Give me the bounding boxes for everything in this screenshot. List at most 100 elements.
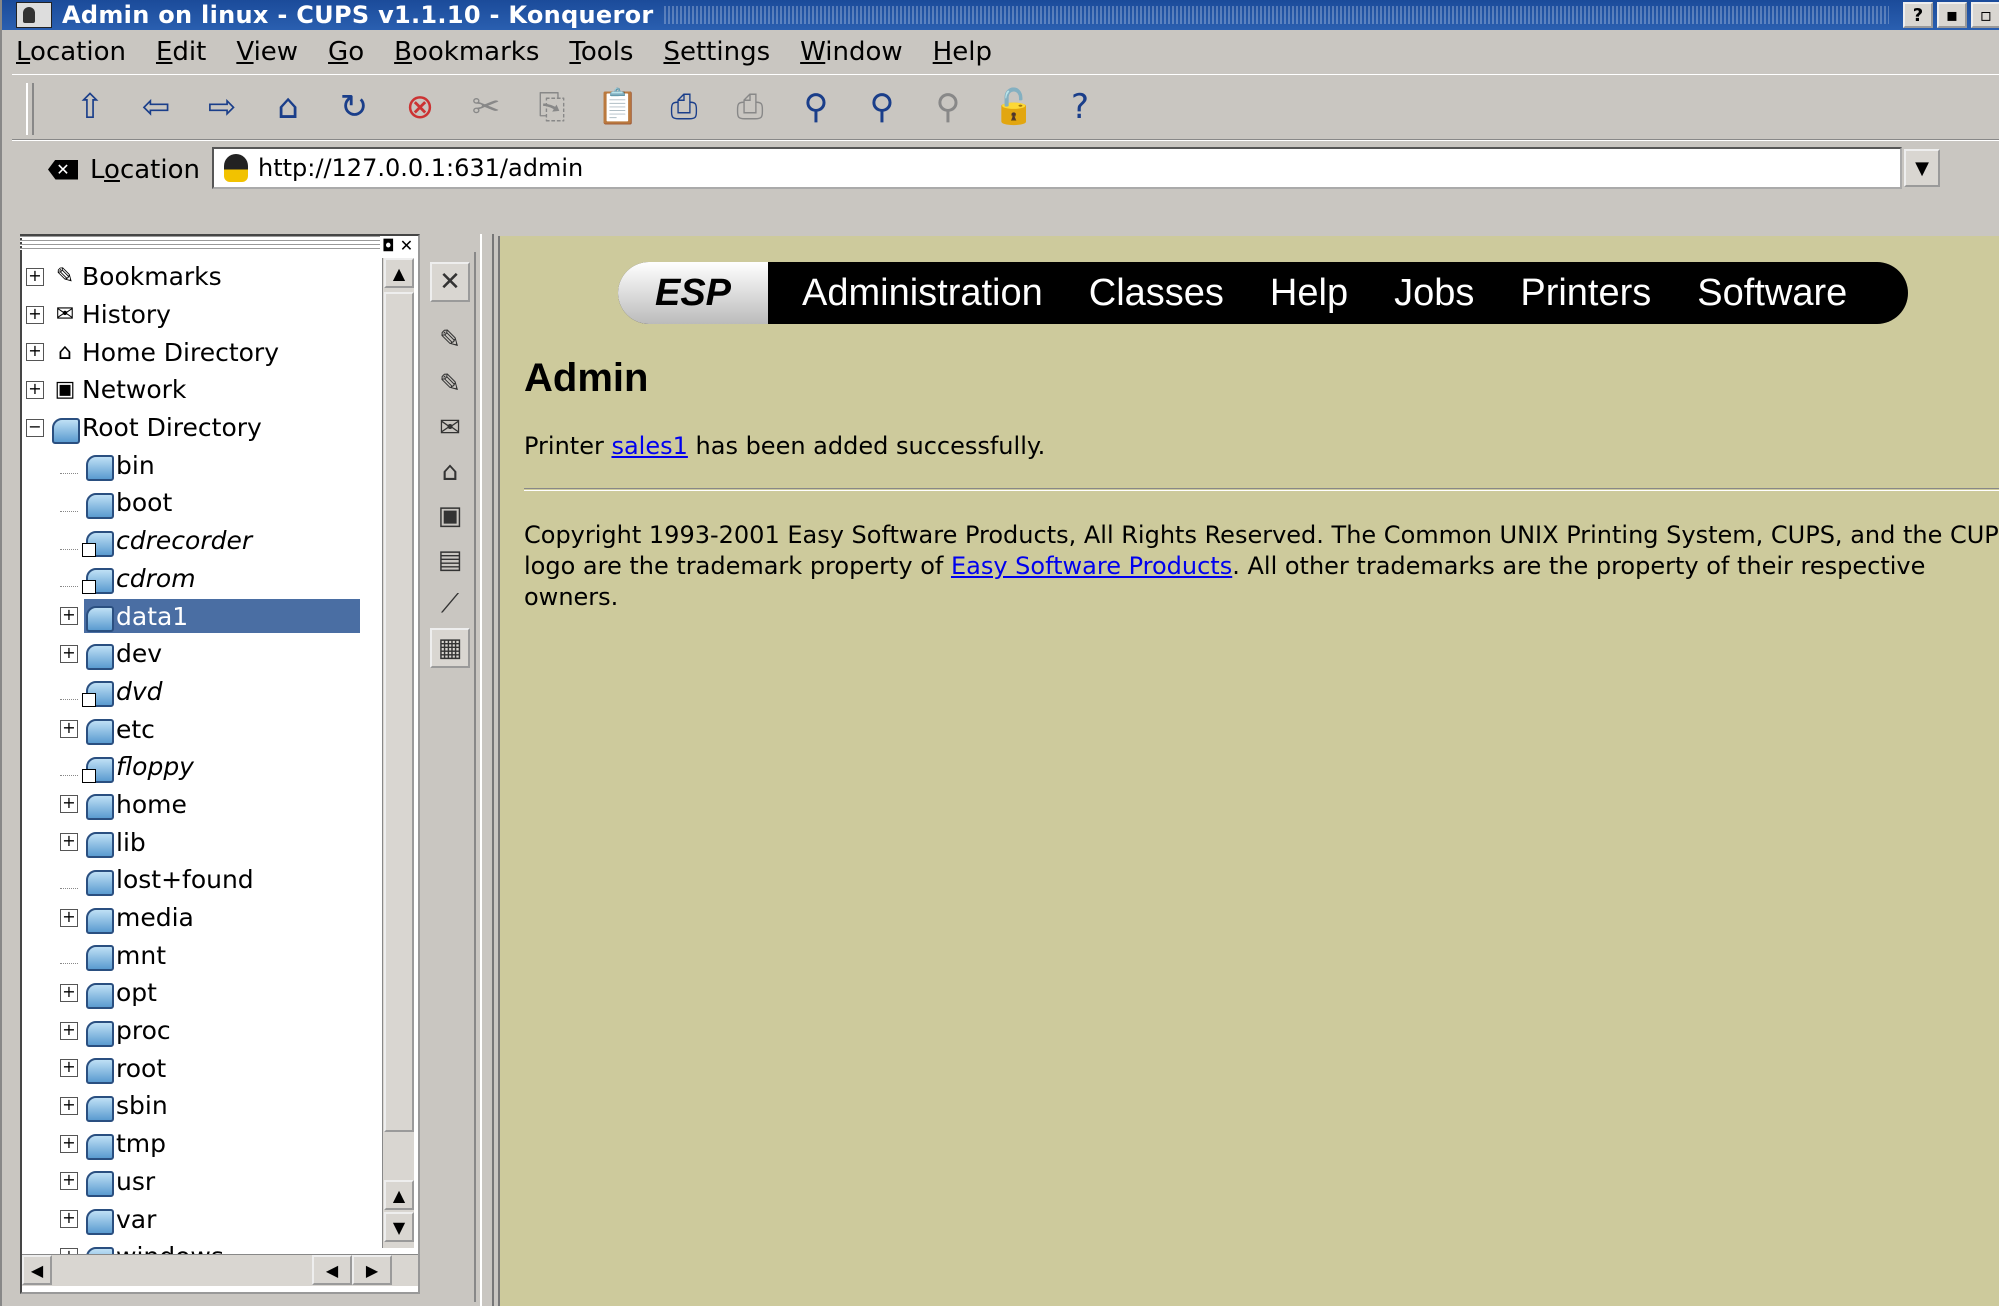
toolbar-grip[interactable]	[26, 83, 34, 135]
menu-settings[interactable]: Settings	[659, 37, 774, 67]
url-dropdown-button[interactable]: ▼	[1904, 149, 1940, 187]
menu-edit[interactable]: Edit	[152, 37, 210, 67]
tree-item-history[interactable]: + ✉ History	[22, 296, 384, 334]
scroll-up-button-lower[interactable]: ▲	[384, 1180, 414, 1210]
expand-icon[interactable]: +	[60, 908, 78, 927]
strip-history-icon[interactable]: ✉	[430, 408, 470, 448]
expand-icon[interactable]: +	[60, 1021, 78, 1040]
tree-horizontal-scrollbar[interactable]: ◀ ◀ ▶	[22, 1254, 418, 1286]
help-button[interactable]: ?	[1903, 2, 1933, 28]
tree-item-mnt[interactable]: mnt	[22, 936, 384, 974]
url-input[interactable]: http://127.0.0.1:631/admin	[212, 147, 1902, 189]
zoom-icon[interactable]: ⚲	[788, 79, 844, 135]
expand-icon[interactable]: +	[60, 1134, 78, 1153]
tree-item-proc[interactable]: + proc	[22, 1012, 384, 1050]
collapse-icon[interactable]: −	[26, 418, 44, 437]
panel-splitter[interactable]	[480, 234, 494, 1306]
strip-tools-icon[interactable]: ⟋	[430, 584, 470, 624]
cut-icon[interactable]: ✂	[458, 79, 514, 135]
minimize-button[interactable]: ▪	[1937, 2, 1967, 28]
print-icon[interactable]: ⎙	[656, 79, 712, 135]
menu-tools[interactable]: Tools	[565, 37, 637, 67]
nav-printers[interactable]: Printers	[1520, 272, 1651, 315]
back-arrow-icon[interactable]: ⇦	[128, 79, 184, 135]
expand-icon[interactable]: +	[60, 607, 78, 626]
tree-item-lib[interactable]: + lib	[22, 823, 384, 861]
menu-help[interactable]: Help	[929, 37, 996, 67]
title-bar[interactable]: Admin on linux - CUPS v1.1.10 - Konquero…	[2, 0, 1999, 30]
expand-icon[interactable]: +	[60, 1210, 78, 1229]
strip-bookmarks-icon[interactable]: ✎	[430, 364, 470, 404]
nav-jobs[interactable]: Jobs	[1394, 272, 1474, 315]
tree-item-sbin[interactable]: + sbin	[22, 1087, 384, 1125]
scroll-up-button[interactable]: ▲	[384, 258, 414, 288]
tree-item-tmp[interactable]: + tmp	[22, 1125, 384, 1163]
strip-network-icon[interactable]: ▣	[430, 496, 470, 536]
maximize-button[interactable]: ▫	[1971, 2, 1999, 28]
zoom-in-icon[interactable]: ⚲	[854, 79, 910, 135]
esp-logo[interactable]: ESP	[618, 262, 768, 324]
strip-services-icon[interactable]: ✎	[430, 320, 470, 360]
menu-location[interactable]: Location	[12, 37, 130, 67]
help-icon[interactable]: ?	[1052, 79, 1108, 135]
tree-item-bin[interactable]: bin	[22, 446, 384, 484]
panel-header-grip[interactable]	[20, 236, 380, 250]
expand-icon[interactable]: +	[26, 380, 44, 399]
printer-link[interactable]: sales1	[611, 432, 687, 460]
expand-icon[interactable]: +	[60, 644, 78, 663]
expand-icon[interactable]: +	[60, 833, 78, 852]
menu-view[interactable]: View	[232, 37, 302, 67]
paste-icon[interactable]: 📋	[590, 79, 646, 135]
scroll-left-button[interactable]: ◀	[22, 1255, 52, 1285]
panel-controls[interactable]: ◘ ✕	[382, 236, 413, 255]
tree-item-usr[interactable]: + usr	[22, 1163, 384, 1201]
tree-item-opt[interactable]: + opt	[22, 974, 384, 1012]
expand-icon[interactable]: +	[60, 720, 78, 739]
expand-icon[interactable]: +	[26, 267, 44, 286]
zoom-out-icon[interactable]: ⚲	[920, 79, 976, 135]
lock-icon[interactable]: 🔓	[986, 79, 1042, 135]
tree-item-root[interactable]: + root	[22, 1049, 384, 1087]
tree-item-etc[interactable]: + etc	[22, 710, 384, 748]
expand-icon[interactable]: +	[26, 343, 44, 362]
tree-vertical-scrollbar[interactable]: ▲ ▲ ▼	[382, 258, 414, 1248]
nav-administration[interactable]: Administration	[802, 272, 1043, 315]
scroll-down-button[interactable]: ▼	[384, 1212, 414, 1242]
nav-classes[interactable]: Classes	[1089, 272, 1224, 315]
home-icon[interactable]: ⌂	[260, 79, 316, 135]
tree-item-floppy[interactable]: floppy	[22, 748, 384, 786]
print-frame-icon[interactable]: ⎙	[722, 79, 778, 135]
nav-help[interactable]: Help	[1270, 272, 1348, 315]
tree-item-cdrom[interactable]: cdrom	[22, 560, 384, 598]
expand-icon[interactable]: +	[60, 1096, 78, 1115]
menu-bookmarks[interactable]: Bookmarks	[390, 37, 543, 67]
scroll-left-button-2[interactable]: ◀	[312, 1255, 352, 1285]
expand-icon[interactable]: +	[60, 1172, 78, 1191]
nav-software[interactable]: Software	[1697, 272, 1847, 315]
tree-item-boot[interactable]: boot	[22, 484, 384, 522]
tree-item-media[interactable]: + media	[22, 899, 384, 937]
menu-window[interactable]: Window	[796, 37, 907, 67]
tree-item-root-directory[interactable]: − Root Directory	[22, 409, 384, 447]
tree-item-dev[interactable]: + dev	[22, 635, 384, 673]
scroll-thumb[interactable]	[384, 292, 414, 1132]
url-text[interactable]: http://127.0.0.1:631/admin	[258, 154, 583, 182]
expand-icon[interactable]: +	[60, 983, 78, 1002]
tree-item-lost-found[interactable]: lost+found	[22, 861, 384, 899]
strip-tree-view-icon[interactable]: ▦	[430, 628, 470, 668]
strip-root-folder-icon[interactable]: ▤	[430, 540, 470, 580]
expand-icon[interactable]: +	[60, 1059, 78, 1078]
menu-go[interactable]: Go	[324, 37, 368, 67]
tree-item-bookmarks[interactable]: + ✎ Bookmarks	[22, 258, 384, 296]
strip-home-icon[interactable]: ⌂	[430, 452, 470, 492]
expand-icon[interactable]: +	[26, 305, 44, 324]
forward-arrow-icon[interactable]: ⇨	[194, 79, 250, 135]
copy-icon[interactable]: ⎘	[524, 79, 580, 135]
stop-icon[interactable]: ⊗	[392, 79, 448, 135]
tree-item-dvd[interactable]: dvd	[22, 673, 384, 711]
app-icon[interactable]	[16, 2, 52, 28]
tree-item-home-directory[interactable]: + ⌂ Home Directory	[22, 333, 384, 371]
up-arrow-icon[interactable]: ⇧	[62, 79, 118, 135]
scroll-right-button[interactable]: ▶	[352, 1255, 392, 1285]
tree-item-home[interactable]: + home	[22, 786, 384, 824]
